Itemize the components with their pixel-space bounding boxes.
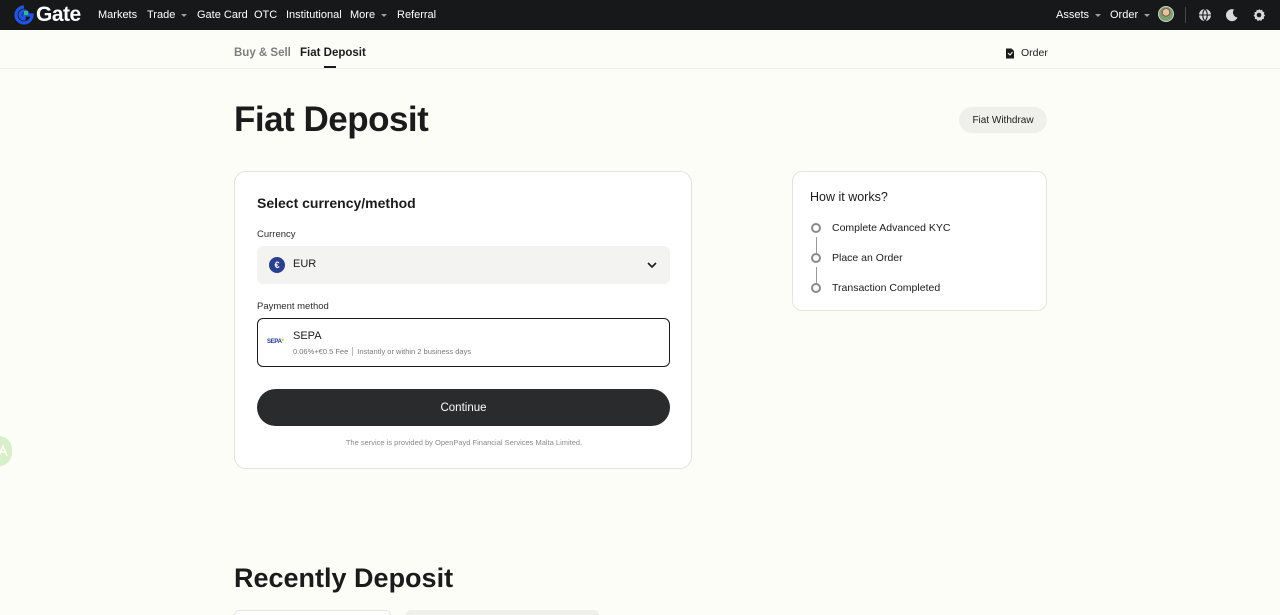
nav-gate-card-label: Gate Card (197, 9, 248, 21)
nav-referral[interactable]: Referral (397, 0, 436, 30)
nav-assets-label: Assets (1056, 9, 1090, 21)
sepa-star-icon: * (281, 339, 284, 345)
fiat-withdraw-button[interactable]: Fiat Withdraw (959, 107, 1047, 133)
payment-fee: 0.06%+€0.5 Fee (293, 347, 349, 356)
caret-down-icon (1095, 13, 1102, 17)
how-it-works-card: How it works? Complete Advanced KYC Plac… (792, 171, 1047, 311)
moon-icon[interactable] (1223, 6, 1241, 24)
nav-referral-label: Referral (397, 9, 437, 21)
form-title: Select currency/method (257, 195, 416, 211)
nav-more-label: More (350, 9, 376, 21)
tab-fiat-deposit[interactable]: Fiat Deposit (300, 47, 366, 59)
order-link[interactable]: Order (1005, 47, 1048, 59)
step-item: Place an Order (811, 252, 903, 264)
nav-trade-label: Trade (147, 9, 176, 21)
currency-select[interactable]: € EUR (257, 246, 670, 284)
nav-markets[interactable]: Markets (98, 0, 137, 30)
provider-note: The service is provided by OpenPayd Fina… (345, 438, 583, 447)
recent-deposit-title: Recently Deposit (234, 563, 454, 593)
caret-down-icon (381, 13, 388, 17)
brand-name: Gate (36, 3, 81, 26)
tab-buy-sell[interactable]: Buy & Sell (234, 47, 291, 59)
top-navigation-bar: Gate Markets Trade Gate Card OTC Institu… (0, 0, 1280, 30)
caret-down-icon (1144, 13, 1151, 17)
document-icon (1006, 48, 1014, 58)
nav-assets[interactable]: Assets (1056, 0, 1102, 30)
nav-gate-card[interactable]: Gate Card (197, 0, 248, 30)
step-dot-icon (811, 283, 821, 293)
meta-divider (352, 347, 354, 356)
step-item: Complete Advanced KYC (811, 222, 950, 234)
nav-institutional-label: Institutional (286, 9, 342, 21)
chevron-down-icon (647, 262, 657, 269)
gate-logo[interactable]: Gate (14, 3, 81, 26)
payment-method-meta: 0.06%+€0.5 Fee Instantly or within 2 bus… (293, 347, 471, 356)
assistant-icon (0, 445, 8, 457)
how-it-works-title: How it works? (810, 190, 888, 204)
nav-divider (1185, 7, 1186, 23)
nav-more[interactable]: More (350, 0, 388, 30)
active-tab-indicator (324, 66, 336, 68)
currency-label: Currency (257, 229, 296, 240)
nav-institutional[interactable]: Institutional (286, 0, 342, 30)
nav-otc-label: OTC (254, 9, 278, 21)
globe-icon[interactable] (1196, 6, 1214, 24)
gate-logo-icon (14, 5, 34, 25)
nav-trade[interactable]: Trade (147, 0, 188, 30)
step-dot-icon (811, 223, 821, 233)
nav-otc[interactable]: OTC (254, 0, 277, 30)
caret-down-icon (181, 13, 188, 17)
step-item: Transaction Completed (811, 282, 940, 294)
continue-button[interactable]: Continue (257, 389, 670, 426)
currency-value: EUR (293, 258, 317, 270)
payment-method-option[interactable]: SEPA* SEPA 0.06%+€0.5 Fee Instantly or w… (257, 318, 670, 367)
payment-timing: Instantly or within 2 business days (357, 347, 472, 356)
step-label: Complete Advanced KYC (832, 222, 951, 234)
page-title: Fiat Deposit (234, 100, 429, 139)
recent-filter-select[interactable] (406, 610, 599, 615)
payment-method-label: Payment method (257, 301, 329, 312)
nav-order-label: Order (1110, 9, 1139, 21)
step-label: Transaction Completed (832, 282, 941, 294)
step-dot-icon (811, 253, 821, 263)
sub-header: Buy & Sell Fiat Deposit Order (0, 30, 1280, 69)
nav-markets-label: Markets (98, 9, 138, 21)
euro-icon: € (269, 257, 285, 273)
deposit-form-card: Select currency/method Currency € EUR Pa… (234, 171, 692, 469)
user-avatar[interactable] (1158, 6, 1174, 22)
sepa-logo-text: SEPA (267, 339, 282, 345)
nav-order[interactable]: Order (1110, 0, 1151, 30)
sepa-logo: SEPA* (267, 339, 284, 345)
order-link-label: Order (1021, 47, 1048, 59)
payment-method-name: SEPA (293, 330, 322, 342)
step-label: Place an Order (832, 252, 903, 264)
recent-filter-input[interactable] (234, 610, 391, 615)
floating-assistant-button[interactable] (0, 436, 12, 466)
gear-icon[interactable] (1250, 6, 1268, 24)
